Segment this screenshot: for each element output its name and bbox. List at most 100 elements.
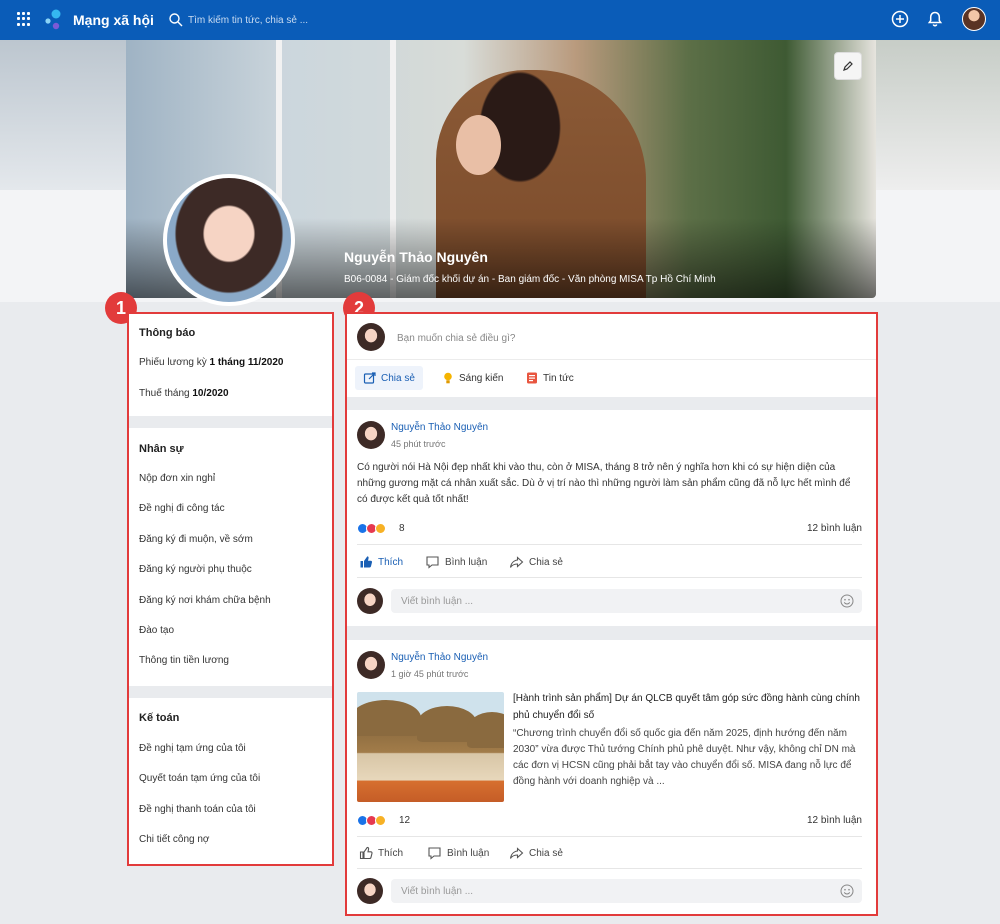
umbrella-shape — [467, 712, 504, 748]
hr-item-dependent[interactable]: Đăng ký người phụ thuộc — [139, 564, 252, 575]
notification-item[interactable]: Phiếu lương kỳ 1 tháng 11/2020 — [139, 357, 283, 368]
reactions-icons[interactable] — [357, 523, 386, 534]
accounting-item-advance[interactable]: Đề nghị tạm ứng của tôi — [139, 743, 246, 754]
logo-icon — [45, 9, 61, 30]
like-button[interactable]: Thích — [359, 555, 403, 569]
profile-avatar[interactable] — [163, 174, 295, 306]
share-label: Chia sẻ — [529, 556, 563, 568]
comment-count[interactable]: 12 bình luận — [807, 523, 862, 534]
top-bar: Mạng xã hội — [0, 0, 1000, 40]
divider — [347, 359, 876, 360]
hr-item-salary[interactable]: Thông tin tiền lương — [139, 655, 229, 666]
profile-subtitle: B06-0084 - Giám đốc khối dự án - Ban giá… — [344, 274, 716, 285]
edit-cover-button[interactable] — [834, 52, 862, 80]
comment-icon — [426, 556, 439, 569]
divider — [357, 868, 862, 869]
hr-item-business-trip[interactable]: Đề nghị đi công tác — [139, 503, 225, 514]
comment-input[interactable] — [401, 593, 801, 609]
comment-label: Bình luận — [445, 556, 488, 568]
emoji-icon[interactable] — [840, 884, 854, 898]
haha-reaction-icon — [375, 523, 386, 534]
hr-item-clinic[interactable]: Đăng ký nơi khám chữa bệnh — [139, 595, 271, 606]
user-avatar[interactable] — [962, 7, 986, 31]
post-author[interactable]: Nguyễn Thảo Nguyên — [391, 652, 488, 663]
notification-item-value: 1 tháng 11/2020 — [209, 357, 284, 368]
tab-news-label: Tin tức — [543, 372, 574, 384]
comment-icon — [428, 847, 441, 860]
reaction-count: 8 — [399, 523, 405, 534]
share-button[interactable]: Chia sẻ — [509, 846, 563, 860]
hr-title: Nhân sự — [139, 443, 184, 455]
comment-field[interactable] — [391, 879, 862, 903]
notification-item-prefix: Phiếu lương kỳ — [139, 357, 210, 368]
post-text: Có người nói Hà Nội đẹp nhất khi vào thu… — [357, 462, 851, 505]
share-icon — [509, 847, 524, 859]
divider — [357, 544, 862, 545]
divider — [357, 836, 862, 837]
pencil-icon — [843, 61, 853, 71]
share-label: Chia sẻ — [529, 847, 563, 859]
section-divider — [129, 686, 332, 698]
share-button[interactable]: Chia sẻ — [509, 555, 563, 569]
tab-news[interactable]: Tin tức — [517, 366, 582, 390]
apps-grid-icon[interactable] — [17, 12, 31, 26]
article-title[interactable]: [Hành trình sản phẩm] Dự án QLCB quyết t… — [513, 690, 863, 724]
post-author[interactable]: Nguyễn Thảo Nguyên — [391, 422, 488, 433]
haha-reaction-icon — [375, 815, 386, 826]
thumbs-up-icon — [360, 556, 373, 568]
comment-button[interactable]: Bình luận — [427, 846, 489, 860]
like-label: Thích — [378, 556, 404, 568]
search-icon[interactable] — [168, 12, 184, 28]
compose-input[interactable] — [397, 330, 697, 346]
compose-avatar — [357, 323, 385, 351]
notification-item-prefix: Thuế tháng — [139, 388, 193, 399]
profile-name: Nguyễn Thảo Nguyên — [344, 249, 488, 265]
like-label: Thích — [378, 847, 404, 859]
accounting-item-settlement[interactable]: Quyết toán tạm ứng của tôi — [139, 773, 260, 784]
section-divider — [129, 416, 332, 428]
search-input[interactable] — [188, 12, 388, 28]
hr-item-training[interactable]: Đào tạo — [139, 625, 174, 636]
comment-input[interactable] — [401, 883, 801, 899]
post-card: Nguyễn Thảo Nguyên 45 phút trước Có ngườ… — [347, 410, 876, 626]
accounting-item-payment[interactable]: Đề nghị thanh toán của tôi — [139, 804, 256, 815]
post-author-avatar[interactable] — [357, 651, 385, 679]
notification-item[interactable]: Thuế tháng 10/2020 — [139, 388, 229, 399]
tab-initiative-label: Sáng kiến — [459, 372, 504, 384]
share-edit-icon — [363, 372, 376, 384]
comment-count[interactable]: 12 bình luận — [807, 815, 862, 826]
post-time: 1 giờ 45 phút trước — [391, 669, 469, 679]
like-button[interactable]: Thích — [359, 846, 403, 860]
notification-item-value: 10/2020 — [192, 388, 229, 399]
cover-blur-right — [876, 40, 1000, 190]
thumbs-up-icon — [359, 846, 373, 860]
tab-initiative[interactable]: Sáng kiến — [433, 366, 511, 390]
compose-box: Chia sẻ Sáng kiến Tin tức — [347, 314, 876, 397]
hr-item-late-early[interactable]: Đăng ký đi muộn, về sớm — [139, 534, 253, 545]
left-panel: Thông báo Phiếu lương kỳ 1 tháng 11/2020… — [127, 312, 334, 866]
commenter-avatar — [357, 878, 383, 904]
umbrella-shape — [357, 700, 421, 736]
notifications-title: Thông báo — [139, 327, 196, 339]
share-icon — [509, 556, 524, 568]
emoji-icon[interactable] — [840, 594, 854, 608]
post-card: Nguyễn Thảo Nguyên 1 giờ 45 phút trước [… — [347, 640, 876, 914]
tab-share[interactable]: Chia sẻ — [355, 366, 423, 390]
bell-icon[interactable] — [925, 9, 945, 29]
article-description: “Chương trình chuyển đổi số quốc gia đến… — [513, 728, 856, 787]
reactions-icons[interactable] — [357, 815, 386, 826]
feed-panel: Chia sẻ Sáng kiến Tin tức Nguyễn Thảo Ng… — [345, 312, 878, 916]
add-circle-icon[interactable] — [890, 9, 910, 29]
hr-item-leave[interactable]: Nộp đơn xin nghỉ — [139, 473, 215, 484]
comment-button[interactable]: Bình luận — [425, 555, 487, 569]
post-author-avatar[interactable] — [357, 421, 385, 449]
accounting-item-debt[interactable]: Chi tiết công nợ — [139, 834, 209, 845]
commenter-avatar — [357, 588, 383, 614]
comment-field[interactable] — [391, 589, 862, 613]
lightbulb-icon — [444, 372, 452, 384]
app-title[interactable]: Mạng xã hội — [73, 12, 154, 28]
news-icon — [527, 372, 537, 384]
article-thumbnail[interactable] — [357, 692, 504, 802]
cover-face — [456, 115, 501, 175]
reaction-count: 12 — [399, 815, 411, 826]
